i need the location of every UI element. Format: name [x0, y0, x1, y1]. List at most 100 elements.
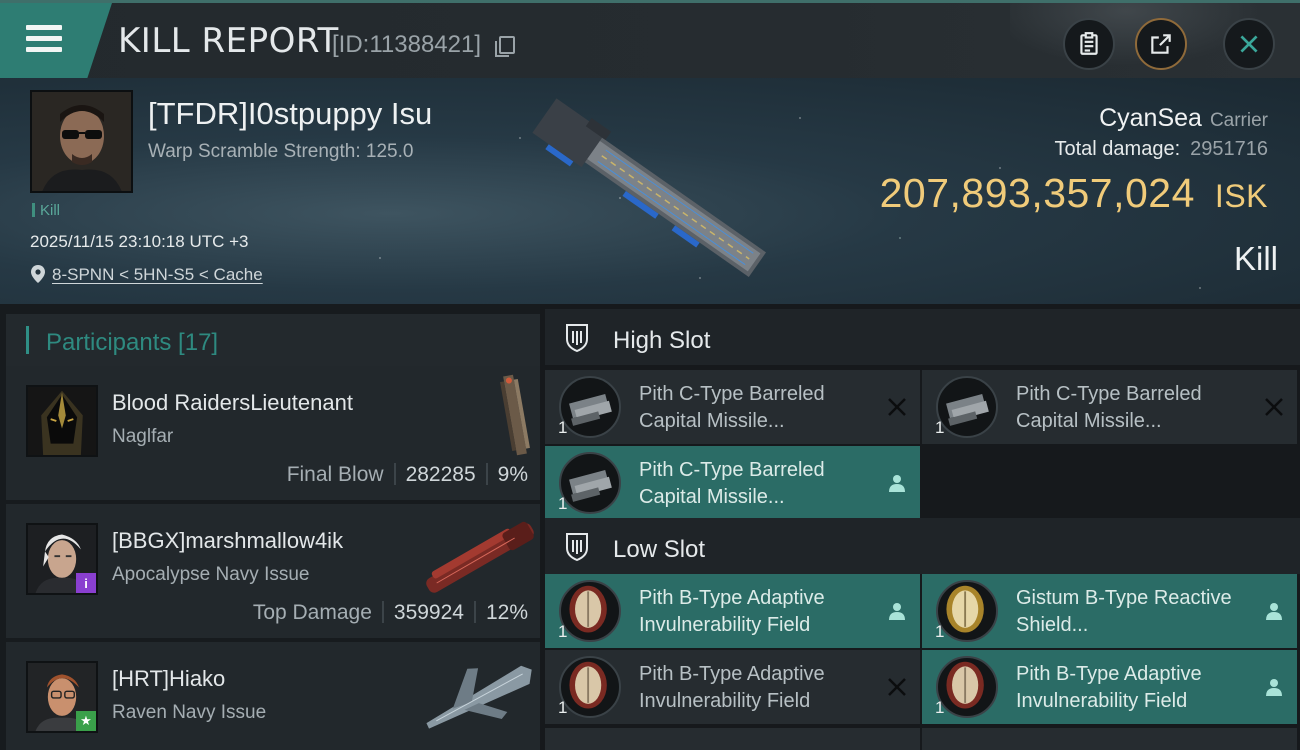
x-mark-icon	[1265, 398, 1283, 416]
module-quantity: 1	[558, 418, 568, 437]
module-name: Pith B-Type Adaptive Invulnerability Fie…	[639, 587, 825, 636]
location-link[interactable]: 8-SPNN < 5HN-S5 < Cache	[52, 265, 263, 285]
x-mark-icon	[888, 398, 906, 416]
missile-launcher-icon	[559, 376, 621, 438]
shield-module-icon	[559, 656, 621, 718]
kill-result: Kill	[1233, 240, 1278, 277]
share-icon	[1151, 34, 1171, 54]
module-item[interactable]: 1 Pith B-Type Adaptive Invulnerability F…	[922, 650, 1297, 724]
module-name: Pith C-Type Barreled Capital Missile...	[1016, 383, 1202, 432]
participants-panel[interactable]: Participants [17] Blood RaidersLieutenan…	[0, 304, 540, 750]
naglfar-ship-image	[500, 374, 530, 456]
high-slot-header: High Slot	[545, 309, 1300, 365]
participant-damage: 282285	[405, 463, 476, 486]
missile-launcher-icon	[936, 376, 998, 438]
raven-ship-image	[426, 665, 532, 729]
location-pin-icon	[31, 265, 45, 283]
participant-role: Final Blow	[286, 463, 384, 486]
report-id: [ID:11388421]	[332, 31, 482, 58]
module-quantity: 1	[935, 698, 945, 717]
total-damage: Total damage: 2951716	[1054, 138, 1268, 161]
avatar: i	[26, 523, 98, 595]
slot-shield-icon	[566, 533, 588, 562]
module-quantity: 1	[935, 622, 945, 641]
total-damage-label: Total damage:	[1054, 138, 1181, 160]
module-name: Pith B-Type Adaptive Invulnerability Fie…	[639, 663, 825, 712]
module-quantity: 1	[558, 698, 568, 717]
module-item[interactable]: 1 Pith B-Type Adaptive Invulnerability F…	[545, 650, 920, 724]
victim-ship[interactable]: CyanSea Carrier	[1099, 104, 1268, 133]
copy-id-icon[interactable]	[495, 36, 515, 57]
participant-percent: 9%	[497, 463, 528, 486]
clipboard-icon	[1080, 32, 1098, 55]
participant-ship: Naglfar	[112, 426, 174, 447]
participant-row[interactable]: i [BBGX]marshmallow4ik Apocalypse Navy I…	[6, 504, 540, 638]
participant-name: [BBGX]marshmallow4ik	[112, 528, 344, 553]
person-icon	[1266, 603, 1282, 620]
participant-ship: Raven Navy Issue	[112, 702, 267, 723]
low-slot-title: Low Slot	[613, 536, 706, 563]
participant-percent: 12%	[485, 601, 528, 624]
isk-amount: 207,893,357,024	[879, 170, 1195, 216]
participant-role: Top Damage	[252, 601, 372, 624]
person-icon	[1266, 679, 1282, 696]
missile-launcher-icon	[559, 452, 621, 514]
top-bar: KILL REPORT [ID:11388421]	[0, 0, 1300, 81]
hooded-pilot-image	[28, 387, 96, 455]
module-item[interactable]: 1 Pith C-Type Barreled Capital Missile..…	[545, 370, 920, 444]
victim-banner: [TFDR]I0stpuppy Isu Warp Scramble Streng…	[0, 78, 1300, 304]
module-quantity: 1	[558, 494, 568, 513]
module-quantity: 1	[558, 622, 568, 641]
low-slot-header: Low Slot	[545, 518, 1300, 574]
clipboard-button[interactable]	[1063, 18, 1115, 70]
isk-currency: ISK	[1214, 178, 1268, 214]
module-item-partial[interactable]	[545, 728, 920, 750]
carrier-ship-image	[532, 98, 766, 277]
participant-ship: Apocalypse Navy Issue	[112, 564, 310, 585]
participant-row[interactable]: ★ [HRT]Hiako Raven Navy Issue	[6, 642, 540, 750]
kill-timestamp: 2025/11/15 23:10:18 UTC +3	[30, 232, 249, 251]
avatar	[26, 385, 98, 457]
participant-row[interactable]: Blood RaidersLieutenant Naglfar Final Bl…	[6, 366, 540, 500]
participants-header: Participants [17]	[6, 314, 540, 368]
avatar: ★	[26, 661, 98, 733]
info-badge: i	[76, 573, 96, 593]
module-name: Pith B-Type Adaptive Invulnerability Fie…	[1016, 663, 1202, 712]
warp-scramble-strength: Warp Scramble Strength: 125.0	[148, 141, 414, 162]
module-item[interactable]: 1 Pith B-Type Adaptive Invulnerability F…	[545, 574, 920, 648]
fitting-panel[interactable]: High Slot 1 Pith C-Type Barreled Capital…	[540, 304, 1300, 750]
module-item[interactable]: 1 Pith C-Type Barreled Capital Missile..…	[545, 446, 920, 520]
participant-name: [HRT]Hiako	[112, 666, 226, 691]
participant-stats: Top Damage 359924 12%	[253, 601, 528, 625]
ship-class: Carrier	[1209, 110, 1268, 131]
menu-button[interactable]	[0, 3, 112, 78]
victim-name[interactable]: [TFDR]I0stpuppy Isu	[148, 96, 432, 132]
ship-name: CyanSea	[1099, 104, 1202, 132]
module-name: Pith C-Type Barreled Capital Missile...	[639, 459, 825, 508]
participants-title: Participants [17]	[46, 329, 219, 356]
x-mark-icon	[888, 678, 906, 696]
close-button[interactable]	[1223, 18, 1275, 70]
kill-tag: Kill	[32, 202, 60, 219]
apocalypse-ship-image	[426, 521, 534, 593]
module-quantity: 1	[935, 418, 945, 437]
shield-module-icon	[936, 580, 998, 642]
page-title: KILL REPORT	[118, 21, 339, 61]
isk-value: 207,893,357,024 ISK	[880, 170, 1268, 217]
share-button[interactable]	[1135, 18, 1187, 70]
module-item-partial[interactable]	[922, 728, 1297, 750]
high-slot-title: High Slot	[613, 327, 711, 354]
total-damage-value: 2951716	[1190, 138, 1268, 160]
person-icon	[889, 603, 905, 620]
slot-shield-icon	[566, 324, 588, 353]
module-item[interactable]: 1 Gistum B-Type Reactive Shield...	[922, 574, 1297, 648]
shield-module-icon	[559, 580, 621, 642]
module-item[interactable]: 1 Pith C-Type Barreled Capital Missile..…	[922, 370, 1297, 444]
participant-stats: Final Blow 282285 9%	[287, 463, 528, 487]
close-icon	[1240, 35, 1258, 53]
star-badge: ★	[76, 711, 96, 731]
hamburger-icon	[26, 25, 62, 53]
pilot-portrait-image	[32, 92, 131, 191]
victim-portrait[interactable]	[30, 90, 133, 193]
shield-module-icon	[936, 656, 998, 718]
